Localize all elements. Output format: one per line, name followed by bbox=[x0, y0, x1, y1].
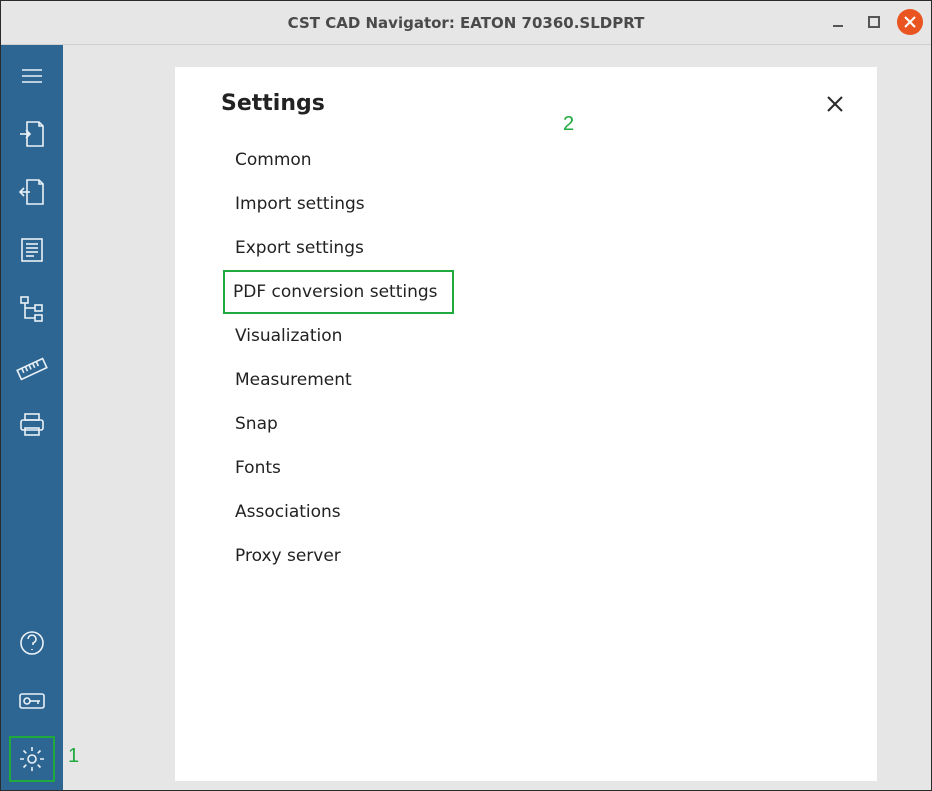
sidebar bbox=[1, 45, 63, 790]
import-button[interactable] bbox=[9, 111, 55, 157]
tree-icon bbox=[17, 293, 47, 323]
settings-panel-header: Settings bbox=[175, 67, 877, 124]
settings-item-export[interactable]: Export settings bbox=[225, 226, 374, 270]
window-controls bbox=[825, 9, 923, 35]
license-icon bbox=[16, 685, 48, 717]
sidebar-bottom-group bbox=[9, 620, 55, 782]
settings-panel: Settings Common Import settings Export s… bbox=[175, 67, 877, 781]
import-icon bbox=[16, 118, 48, 150]
measure-button[interactable] bbox=[9, 343, 55, 389]
settings-item-associations[interactable]: Associations bbox=[225, 490, 351, 534]
settings-item-pdf-conversion[interactable]: PDF conversion settings bbox=[223, 270, 454, 314]
properties-icon bbox=[17, 235, 47, 265]
settings-item-fonts[interactable]: Fonts bbox=[225, 446, 291, 490]
export-button[interactable] bbox=[9, 169, 55, 215]
maximize-icon bbox=[867, 15, 881, 29]
settings-item-measurement[interactable]: Measurement bbox=[225, 358, 362, 402]
settings-list: Common Import settings Export settings P… bbox=[175, 124, 877, 578]
help-button[interactable] bbox=[9, 620, 55, 666]
window-title: CST CAD Navigator: EATON 70360.SLDPRT bbox=[288, 14, 645, 32]
settings-panel-close-button[interactable] bbox=[823, 92, 847, 116]
settings-item-visualization[interactable]: Visualization bbox=[225, 314, 352, 358]
settings-button[interactable] bbox=[9, 736, 55, 782]
minimize-button[interactable] bbox=[825, 9, 851, 35]
settings-item-snap[interactable]: Snap bbox=[225, 402, 288, 446]
menu-icon bbox=[18, 62, 46, 90]
settings-item-import[interactable]: Import settings bbox=[225, 182, 375, 226]
help-icon bbox=[17, 628, 47, 658]
print-button[interactable] bbox=[9, 401, 55, 447]
settings-panel-title: Settings bbox=[221, 91, 325, 116]
settings-icon bbox=[16, 743, 48, 775]
main-area: Settings Common Import settings Export s… bbox=[63, 45, 931, 790]
settings-item-proxy[interactable]: Proxy server bbox=[225, 534, 351, 578]
close-icon bbox=[825, 94, 845, 114]
titlebar: CST CAD Navigator: EATON 70360.SLDPRT bbox=[1, 1, 931, 45]
close-window-button[interactable] bbox=[897, 9, 923, 35]
print-icon bbox=[16, 408, 48, 440]
settings-item-common[interactable]: Common bbox=[225, 138, 322, 182]
properties-button[interactable] bbox=[9, 227, 55, 273]
measure-icon bbox=[16, 350, 48, 382]
maximize-button[interactable] bbox=[861, 9, 887, 35]
menu-button[interactable] bbox=[9, 53, 55, 99]
structure-button[interactable] bbox=[9, 285, 55, 331]
export-icon bbox=[16, 176, 48, 208]
content-area: Settings Common Import settings Export s… bbox=[1, 45, 931, 790]
app-window: CST CAD Navigator: EATON 70360.SLDPRT bbox=[0, 0, 932, 791]
sidebar-top-group bbox=[9, 53, 55, 447]
minimize-icon bbox=[831, 15, 845, 29]
license-button[interactable] bbox=[9, 678, 55, 724]
close-icon bbox=[904, 16, 916, 28]
